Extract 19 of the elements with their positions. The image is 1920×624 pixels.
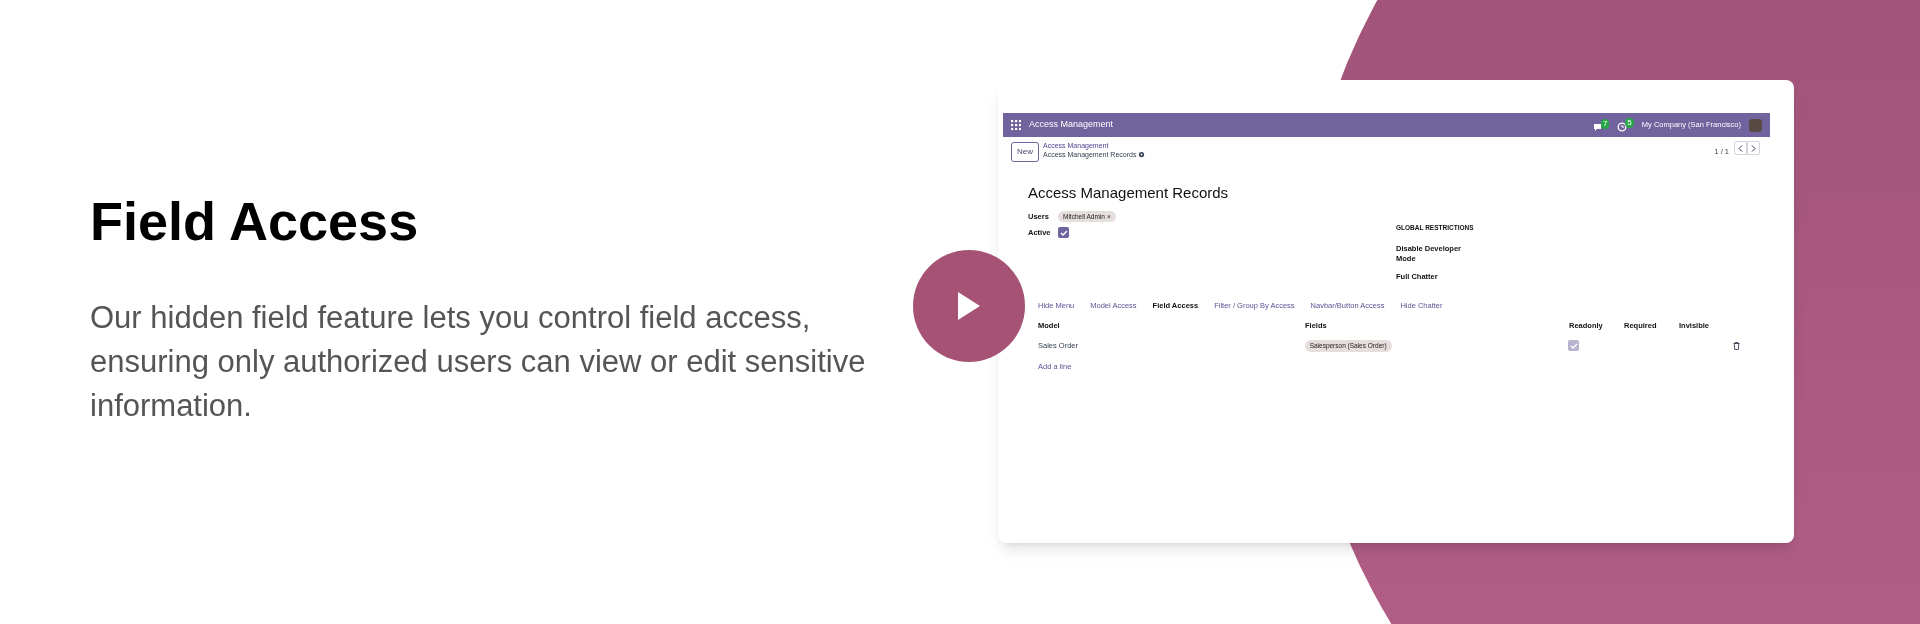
next-button[interactable] [1747,141,1760,155]
chevron-right-icon [1751,144,1756,152]
checkbox[interactable] [1058,227,1069,239]
checkbox[interactable] [1568,340,1580,352]
count-badge: 7 [1600,118,1610,129]
hero-title: Field Access [90,190,420,253]
form-title: Access Management Records [1028,183,1230,203]
previous-button[interactable] [1734,141,1747,155]
chat-icon [1592,122,1603,132]
play-icon [956,290,982,322]
count-badge: 5 [1625,118,1634,128]
chevron-left-icon [1738,144,1743,152]
gear-icon[interactable] [1138,151,1146,158]
trash-icon[interactable] [1733,341,1740,350]
navbar-title[interactable]: Access Management [1029,118,1114,132]
hero-description: Our hidden field feature lets you control field access, ensuring only authorized users can view or edit sensitive information. [90,298,867,425]
new-button[interactable]: New [1011,142,1039,162]
clock-icon [1617,122,1628,132]
app-grid-icon[interactable] [1011,120,1021,130]
